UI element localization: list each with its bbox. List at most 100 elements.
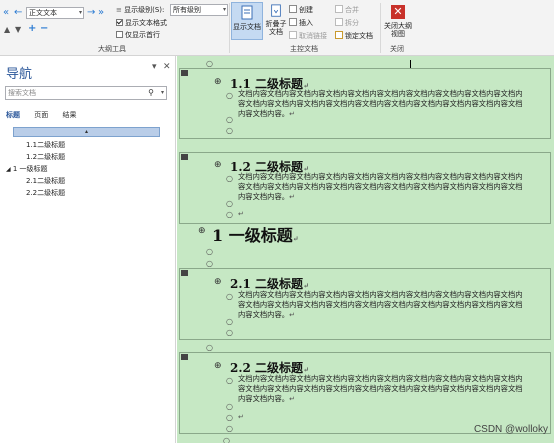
paragraph-bullet: ○ [226,210,233,219]
nav-heading-item[interactable]: 2.2二级标题 [26,188,65,198]
split-icon [335,18,343,26]
merge-button[interactable]: 合并 [335,5,359,15]
tab-headings[interactable]: 标题 [6,111,20,119]
paragraph-bullet: ○ [226,292,233,301]
close-pane-icon[interactable]: ✕ [163,62,171,72]
outline-level-value: 正文文本 [29,9,57,17]
split-button[interactable]: 拆分 [335,18,359,28]
ribbon-separator [380,3,381,53]
subdocument-icon[interactable] [181,354,188,360]
collapse-subdocuments-label: 折叠子文档 [265,20,287,36]
demote-icon[interactable]: → [87,8,95,18]
collapse-subdocuments-button[interactable]: 折叠子文档 [265,2,287,40]
expand-heading-icon[interactable]: ⊕ [214,362,222,371]
body-text: 文档内容文档内容文档内容文档内容文档内容文档内容文档内容文档内容文档内容文档内容… [238,172,523,201]
lock-icon [335,31,343,39]
nav-heading-item[interactable]: ◢ 1 一级标题 [6,164,48,174]
paragraph-bullet: ○ [226,328,233,337]
paragraph-bullet: ○ [226,376,233,385]
subdocument-icon[interactable] [181,70,188,76]
show-level-combo[interactable]: 所有级别 ▾ [170,4,228,16]
expand-icon[interactable]: + [28,24,36,34]
paragraph-bullet: ○ [226,413,233,422]
move-down-icon[interactable]: ▼ [15,25,21,35]
close-outline-view-label: 关闭大纲视图 [384,22,412,38]
paragraph-bullet: ○ [226,115,233,124]
word-window: « ← 正文文本 ▾ → » ▲ ▼ + − ≡ 显示级别(S): 所有级别 ▾… [0,0,554,443]
show-document-icon [241,5,253,20]
search-placeholder: 搜索文档 [8,89,36,97]
create-button[interactable]: 创建 [289,5,313,15]
body-text: 文档内容文档内容文档内容文档内容文档内容文档内容文档内容文档内容文档内容文档内容… [238,89,523,118]
close-icon[interactable]: ✕ [391,5,405,19]
subdocument-box[interactable]: ⊕ 2.1 二级标题↵ ○ 文档内容文档内容文档内容文档内容文档内容文档内容文档… [179,268,551,340]
paragraph-bullet: ○ [206,343,213,352]
chevron-down-icon[interactable]: ▾ [161,87,164,99]
unlink-icon [289,31,297,39]
ribbon-separator [229,3,230,53]
document-area[interactable]: ○ ⊕ 1.1 二级标题↵ ○ 文档内容文档内容文档内容文档内容文档内容文档内容… [177,56,554,443]
show-level-value: 所有级别 [173,6,201,14]
demote-to-body-icon[interactable]: » [98,8,104,18]
outline-tools-group-label: 大纲工具 [98,45,126,53]
collapse-icon[interactable]: − [40,24,48,34]
show-first-line-checkbox[interactable]: 仅显示首行 [116,30,160,40]
subdocument-box[interactable]: ⊕ 2.2 二级标题↵ ○ 文档内容文档内容文档内容文档内容文档内容文档内容文档… [179,352,551,434]
paragraph-bullet: ○ [226,126,233,135]
chevron-down-icon: ▾ [222,6,226,13]
show-level-icon: ≡ [116,6,122,14]
collapse-subdocuments-icon [271,4,281,17]
close-outline-view-button[interactable]: 关闭大纲视图 [382,22,414,38]
expand-heading-icon[interactable]: ⊕ [214,78,222,87]
create-icon [289,5,297,13]
paragraph-bullet: ○ [226,317,233,326]
nav-heading-item[interactable]: 2.1二级标题 [26,176,65,186]
promote-to-heading1-icon[interactable]: « [3,8,9,18]
nav-heading-item[interactable]: 1.1二级标题 [26,140,65,150]
pane-options-icon[interactable]: ▾ [152,62,157,72]
chevron-down-icon: ▾ [78,9,82,16]
paragraph-bullet: ○ [226,199,233,208]
paragraph-bullet: ○ [223,436,230,443]
lock-document-button[interactable]: 锁定文档 [335,31,373,41]
show-text-format-checkbox[interactable]: 显示文本格式 [116,18,167,28]
navigation-tabs: 标题 页面 结果 [6,110,88,120]
subdocument-icon[interactable] [181,270,188,276]
paragraph-bullet: ○ [206,59,213,68]
checkbox-unchecked-icon [116,31,123,38]
unlink-button[interactable]: 取消链接 [289,31,327,41]
outline-level-combo[interactable]: 正文文本 ▾ [26,7,84,19]
expand-heading-icon[interactable]: ⊕ [198,227,206,236]
paragraph-bullet: ○ [226,424,233,433]
ribbon: « ← 正文文本 ▾ → » ▲ ▼ + − ≡ 显示级别(S): 所有级别 ▾… [0,0,554,56]
paragraph-bullet: ○ [206,247,213,256]
nav-heading-item[interactable]: 1.2二级标题 [26,152,65,162]
paragraph-mark: ↵ [238,210,244,218]
search-document-input[interactable]: 搜索文档 ⚲ ▾ [5,86,167,100]
promote-icon[interactable]: ← [14,8,22,18]
collapse-triangle-icon[interactable]: ◢ [6,166,11,173]
subdocument-icon[interactable] [181,154,188,160]
merge-icon [335,5,343,13]
tab-pages[interactable]: 页面 [34,111,48,119]
nav-heading-label: 1 一级标题 [12,165,48,173]
watermark: CSDN @wolloky [473,424,548,435]
expand-heading-icon[interactable]: ⊕ [214,278,222,287]
tab-results[interactable]: 结果 [62,111,76,119]
paragraph-mark: ↵ [238,413,244,421]
insert-button[interactable]: 插入 [289,18,313,28]
show-level-label: ≡ 显示级别(S): [116,6,165,14]
search-icon[interactable]: ⚲ [148,87,154,99]
body-text: 文档内容文档内容文档内容文档内容文档内容文档内容文档内容文档内容文档内容文档内容… [238,290,523,319]
checkbox-checked-icon [116,19,123,26]
show-document-button[interactable]: 显示文档 [231,2,263,40]
paragraph-bullet: ○ [206,259,213,268]
navigation-pane: 导航 ▾ ✕ 搜索文档 ⚲ ▾ 标题 页面 结果 ▴ 1.1二级标题 1.2二级… [0,56,176,443]
navigation-title: 导航 [6,67,33,82]
expand-heading-icon[interactable]: ⊕ [214,161,222,170]
move-up-icon[interactable]: ▲ [4,25,10,35]
selected-heading-item[interactable]: ▴ [13,127,160,137]
subdocument-box[interactable]: ⊕ 1.2 二级标题↵ ○ 文档内容文档内容文档内容文档内容文档内容文档内容文档… [179,152,551,224]
show-document-label: 显示文档 [233,23,261,31]
subdocument-box[interactable]: ⊕ 1.1 二级标题↵ ○ 文档内容文档内容文档内容文档内容文档内容文档内容文档… [179,68,551,139]
